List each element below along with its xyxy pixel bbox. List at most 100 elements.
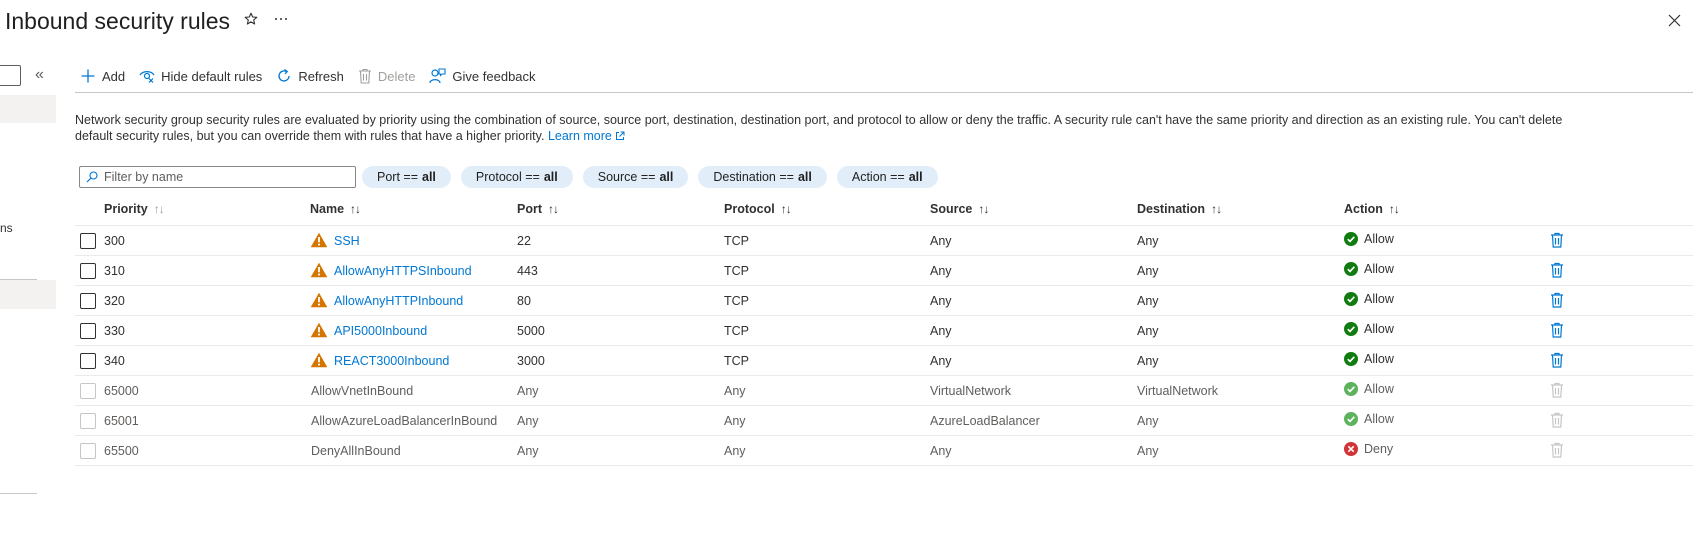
collapse-icon[interactable]: « [35,66,44,84]
cell-name: AllowVnetInBound [311,384,414,398]
cell-port: 5000 [517,324,545,338]
left-divider [0,493,37,494]
warning-icon [310,292,328,311]
warning-icon [310,262,328,281]
left-nav-item[interactable] [0,95,56,123]
table-row[interactable]: 65500 DenyAllInBound Any Any Any Any Deny [75,436,1693,466]
table-body: 300 SSH 22 TCP Any Any Allow 310 AllowAnyHTTPSIn… [75,226,1693,466]
cell-name-link[interactable]: AllowAnyHTTPSInbound [334,264,472,278]
protocol-filter-pill[interactable]: Protocol == all [460,166,573,188]
row-checkbox [80,443,96,459]
table-header: Priority ↑↓ Name ↑↓ Port ↑↓ Protocol ↑↓ Sour… [75,195,1693,226]
action-filter-pill[interactable]: Action == all [836,166,938,188]
source-filter-pill[interactable]: Source == all [582,166,689,188]
destination-filter-pill[interactable]: Destination == all [698,166,827,188]
allow-icon [1344,412,1358,426]
cell-port: 80 [517,294,531,308]
row-checkbox[interactable] [80,353,96,369]
cell-priority: 310 [104,264,125,278]
cell-action: Allow [1344,232,1394,246]
table-row[interactable]: 65001 AllowAzureLoadBalancerInBound Any Any… [75,406,1693,436]
external-link-icon [616,131,625,140]
cell-source: AzureLoadBalancer [930,414,1040,428]
hide-default-label: Hide default rules [161,68,263,84]
delete-row-icon[interactable] [1550,322,1564,338]
column-source[interactable]: Source ↑↓ [930,202,989,216]
delete-button[interactable]: Delete [358,68,415,84]
row-checkbox[interactable] [80,233,96,249]
cell-name: AllowAzureLoadBalancerInBound [311,414,498,428]
cell-port: Any [517,384,539,398]
cell-destination: Any [1137,444,1159,458]
description-text: Network security group security rules ar… [75,113,1563,143]
cell-priority: 340 [104,354,125,368]
column-protocol[interactable]: Protocol ↑↓ [724,202,792,216]
cell-action: Deny [1344,442,1393,456]
refresh-button[interactable]: Refresh [276,68,344,84]
delete-row-icon[interactable] [1550,292,1564,308]
column-priority[interactable]: Priority ↑↓ [104,202,165,216]
security-rules-table: Priority ↑↓ Name ↑↓ Port ↑↓ Protocol ↑↓ Sour… [75,195,1693,466]
left-search-input[interactable] [0,65,21,86]
table-row[interactable]: 320 AllowAnyHTTPInbound 80 TCP Any Any Allow [75,286,1693,316]
table-row[interactable]: 310 AllowAnyHTTPSInbound 443 TCP Any Any Allow [75,256,1693,286]
table-row[interactable]: 340 REACT3000Inbound 3000 TCP Any Any Allow [75,346,1693,376]
cell-action: Allow [1344,412,1394,426]
column-destination[interactable]: Destination ↑↓ [1137,202,1222,216]
cell-destination: Any [1137,234,1159,248]
command-bar: Add Hide default rules Refresh Delete Gi… [80,64,550,88]
left-nav-item-selected[interactable] [0,280,56,309]
row-checkbox[interactable] [80,293,96,309]
give-feedback-button[interactable]: Give feedback [429,68,536,84]
action-label: Allow [1364,382,1394,396]
refresh-icon [278,68,290,82]
hide-default-rules-button[interactable]: Hide default rules [139,69,262,84]
cell-destination: Any [1137,324,1159,338]
close-icon[interactable] [1668,14,1681,30]
sort-icon: ↑↓ [1388,202,1400,216]
warning-icon [310,352,328,371]
cell-protocol: Any [724,384,746,398]
delete-row-icon[interactable] [1550,262,1564,278]
action-label: Allow [1364,232,1394,246]
cell-source: Any [930,324,952,338]
filter-input[interactable] [104,170,344,184]
row-checkbox [80,383,96,399]
table-row[interactable]: 330 API5000Inbound 5000 TCP Any Any Allow [75,316,1693,346]
column-port[interactable]: Port ↑↓ [517,202,559,216]
delete-row-icon[interactable] [1550,352,1564,368]
star-icon[interactable] [244,12,258,26]
cell-port: 3000 [517,354,545,368]
row-checkbox[interactable] [80,323,96,339]
trash-icon [358,68,371,84]
deny-icon [1344,442,1358,456]
cell-name-link[interactable]: API5000Inbound [334,324,427,338]
delete-row-icon[interactable] [1550,232,1564,248]
cell-name-link[interactable]: SSH [334,234,360,248]
search-icon [86,171,98,183]
left-nav-item-partial[interactable]: ns [0,221,13,235]
plus-icon [81,69,95,83]
sort-icon: ↑↓ [1211,202,1222,216]
eye-hide-icon [139,71,155,83]
cell-name-link[interactable]: REACT3000Inbound [334,354,449,368]
page-title: Inbound security rules [5,8,231,34]
cell-port: 443 [517,264,538,278]
learn-more-link[interactable]: Learn more [548,129,625,143]
cell-source: Any [930,264,952,278]
cell-priority: 300 [104,234,125,248]
column-name[interactable]: Name ↑↓ [310,202,361,216]
filter-by-name[interactable] [79,166,356,188]
cell-name-link[interactable]: AllowAnyHTTPInbound [334,294,463,308]
port-filter-pill[interactable]: Port == all [362,166,451,188]
ellipsis-icon[interactable] [274,17,288,21]
cell-protocol: Any [724,414,746,428]
sort-icon: ↑↓ [548,202,559,216]
cell-priority: 65500 [104,444,139,458]
column-action[interactable]: Action ↑↓ [1344,202,1400,216]
add-button[interactable]: Add [80,68,125,84]
table-row[interactable]: 65000 AllowVnetInBound Any Any VirtualNetwor… [75,376,1693,406]
sort-icon: ↑↓ [978,202,989,216]
row-checkbox[interactable] [80,263,96,279]
table-row[interactable]: 300 SSH 22 TCP Any Any Allow [75,226,1693,256]
